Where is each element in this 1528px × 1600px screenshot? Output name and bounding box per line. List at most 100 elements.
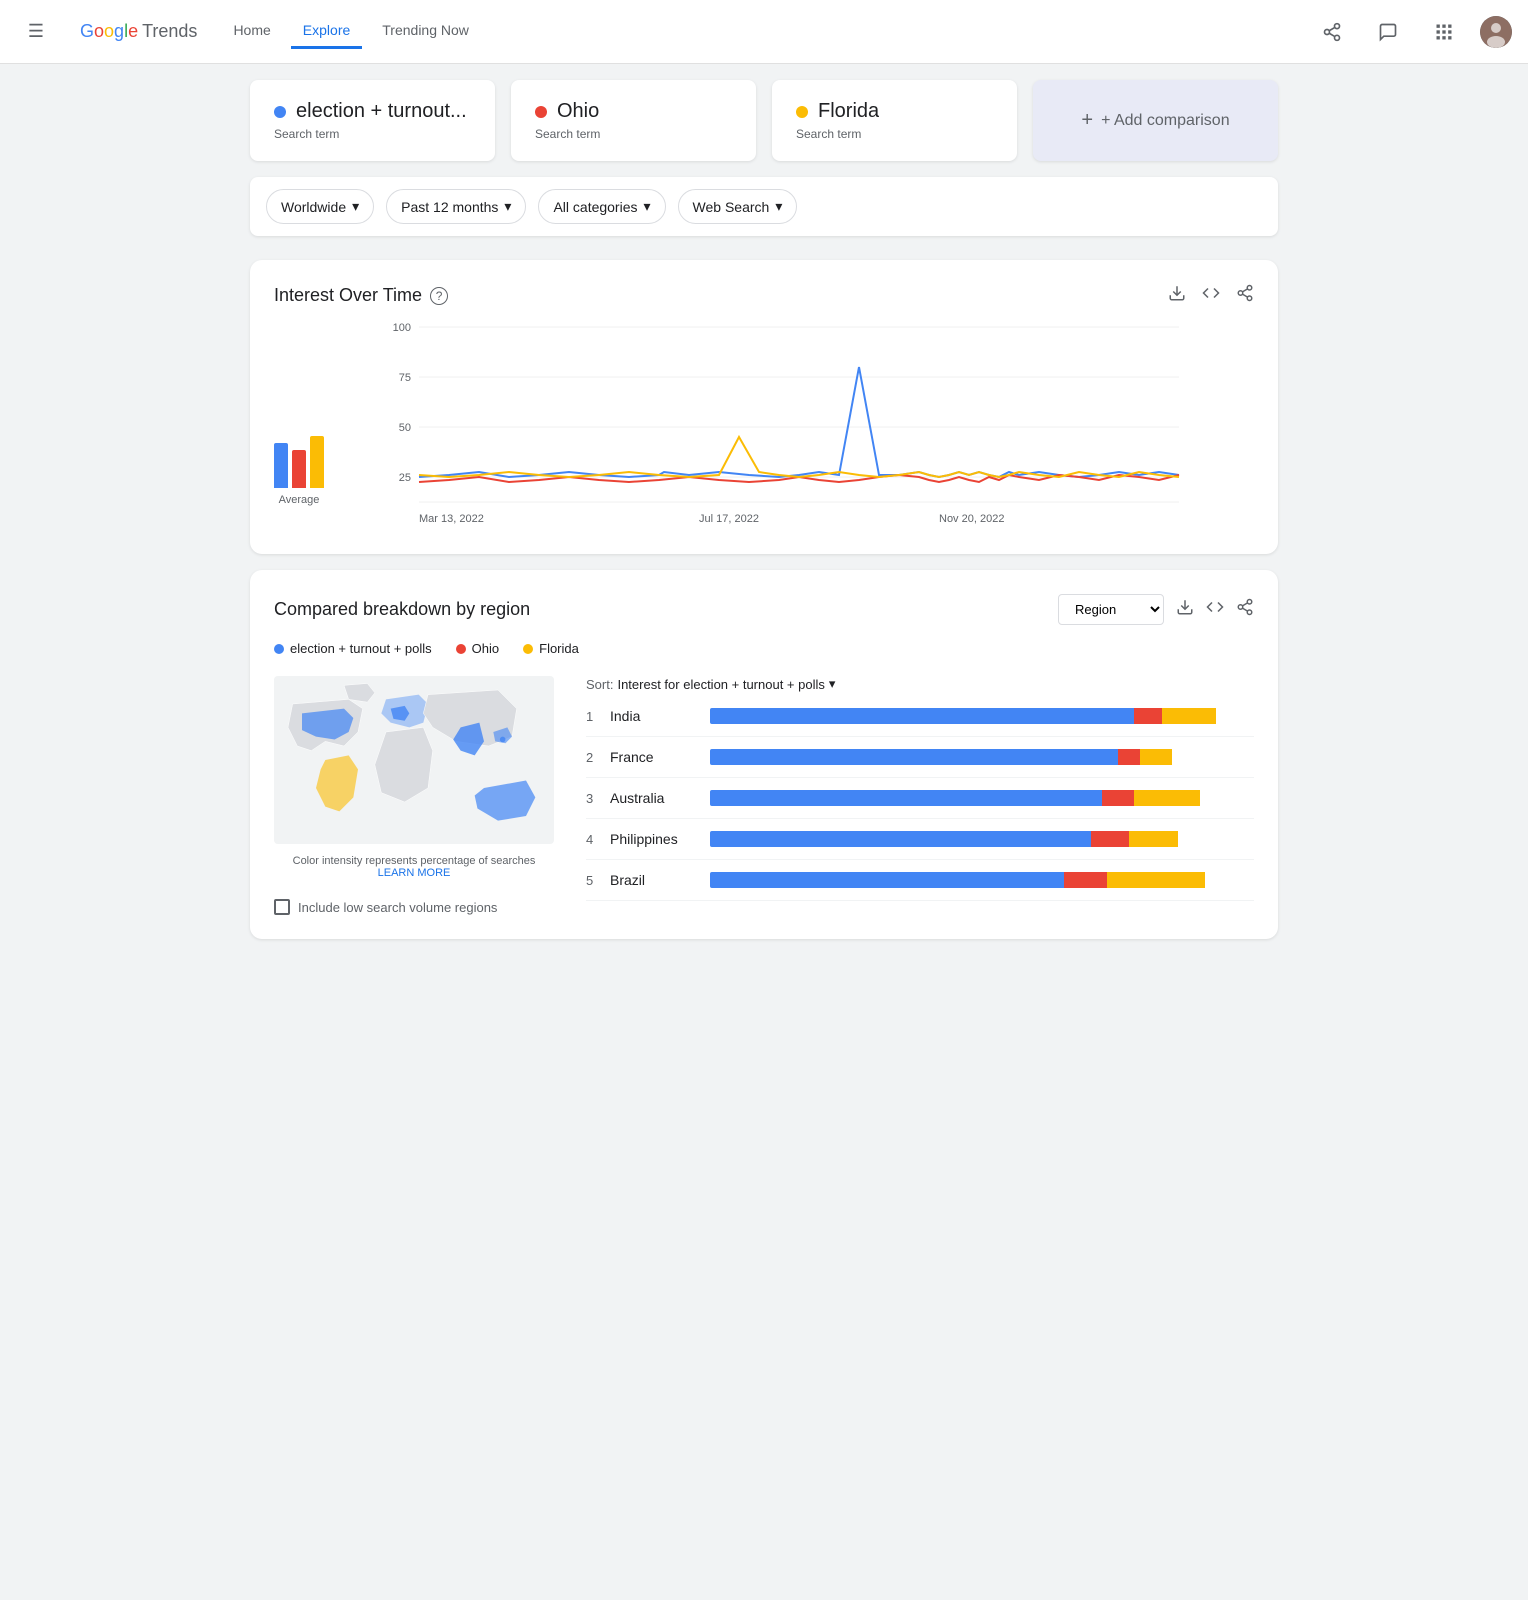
region-name: France bbox=[610, 749, 710, 765]
download-breakdown-button[interactable] bbox=[1176, 598, 1194, 621]
breakdown-content: Color intensity represents percentage of… bbox=[274, 676, 1254, 915]
low-volume-checkbox[interactable] bbox=[274, 899, 290, 915]
avg-bar-red bbox=[292, 450, 306, 488]
line-chart-svg: 100 75 50 25 Mar 13, 2022 Jul 17, 2022 N… bbox=[344, 327, 1254, 527]
term-dot-2 bbox=[535, 106, 547, 118]
breakdown-card: Compared breakdown by region Region Subr… bbox=[250, 570, 1278, 939]
explore-link[interactable]: Explore bbox=[291, 14, 362, 49]
breakdown-controls: Region Subregion Country bbox=[1058, 594, 1254, 625]
chevron-down-icon: ▾ bbox=[504, 198, 511, 215]
legend-label-3: Florida bbox=[539, 641, 579, 656]
chevron-down-icon: ▾ bbox=[775, 198, 782, 215]
search-term-card-3[interactable]: Florida Search term bbox=[772, 80, 1017, 161]
chevron-down-icon: ▾ bbox=[829, 676, 836, 692]
world-map-svg bbox=[274, 676, 554, 844]
download-chart-button[interactable] bbox=[1168, 284, 1186, 307]
search-type-filter[interactable]: Web Search ▾ bbox=[678, 189, 798, 224]
menu-button[interactable]: ☰ bbox=[16, 12, 56, 52]
region-bars bbox=[710, 749, 1254, 765]
learn-more-link[interactable]: LEARN MORE bbox=[378, 867, 451, 879]
region-select[interactable]: Region Subregion Country bbox=[1058, 594, 1164, 625]
map-note: Color intensity represents percentage of… bbox=[274, 855, 554, 879]
worldwide-label: Worldwide bbox=[281, 199, 346, 215]
embed-chart-button[interactable] bbox=[1202, 284, 1220, 307]
share-chart-button[interactable] bbox=[1236, 284, 1254, 307]
region-bar-segment bbox=[1162, 708, 1216, 724]
embed-breakdown-button[interactable] bbox=[1206, 598, 1224, 621]
main-content: election + turnout... Search term Ohio S… bbox=[234, 64, 1294, 971]
term-dot-3 bbox=[796, 106, 808, 118]
search-terms-row: election + turnout... Search term Ohio S… bbox=[250, 80, 1278, 161]
average-legend: Average bbox=[274, 424, 324, 530]
legend-item-2: Ohio bbox=[456, 641, 499, 656]
categories-filter[interactable]: All categories ▾ bbox=[538, 189, 665, 224]
apps-button[interactable] bbox=[1424, 12, 1464, 52]
add-comparison-label: + Add comparison bbox=[1101, 112, 1230, 130]
legend-label-1: election + turnout + polls bbox=[290, 641, 432, 656]
region-bars bbox=[710, 831, 1254, 847]
chart-title-text: Interest Over Time bbox=[274, 285, 422, 306]
feedback-button[interactable] bbox=[1368, 12, 1408, 52]
region-bar-segment bbox=[710, 790, 1102, 806]
trending-now-link[interactable]: Trending Now bbox=[370, 14, 481, 49]
term-type-3: Search term bbox=[796, 127, 993, 141]
region-bar-segment bbox=[710, 872, 1064, 888]
search-term-card-1[interactable]: election + turnout... Search term bbox=[250, 80, 495, 161]
trends-wordmark: Trends bbox=[142, 21, 197, 42]
term-type-1: Search term bbox=[274, 127, 471, 141]
avg-bar-yellow bbox=[310, 436, 324, 488]
region-bar-segment bbox=[1064, 872, 1108, 888]
chart-title: Interest Over Time ? bbox=[274, 285, 448, 306]
blue-line bbox=[419, 367, 1179, 477]
region-bars bbox=[710, 790, 1254, 806]
region-bar-segment bbox=[1102, 790, 1135, 806]
legend-dot-blue bbox=[274, 644, 284, 654]
region-name: India bbox=[610, 708, 710, 724]
logo: Google Trends bbox=[80, 21, 197, 42]
categories-label: All categories bbox=[553, 199, 637, 215]
region-rows: 1India2France3Australia4Philippines5Braz… bbox=[586, 708, 1254, 901]
region-bars bbox=[710, 708, 1254, 724]
worldwide-filter[interactable]: Worldwide ▾ bbox=[266, 189, 374, 224]
chevron-down-icon: ▾ bbox=[352, 198, 359, 215]
breakdown-title: Compared breakdown by region bbox=[274, 599, 530, 620]
legend-dot-yellow bbox=[523, 644, 533, 654]
chart-header: Interest Over Time ? bbox=[274, 284, 1254, 307]
nav-icons bbox=[1312, 12, 1512, 52]
map-area: Color intensity represents percentage of… bbox=[274, 676, 554, 915]
region-rank: 4 bbox=[586, 832, 610, 847]
region-rank: 3 bbox=[586, 791, 610, 806]
help-icon[interactable]: ? bbox=[430, 287, 448, 305]
region-bar-segment bbox=[710, 749, 1118, 765]
region-name: Philippines bbox=[610, 831, 710, 847]
avatar[interactable] bbox=[1480, 16, 1512, 48]
low-volume-row: Include low search volume regions bbox=[274, 899, 554, 915]
region-rank: 5 bbox=[586, 873, 610, 888]
region-bar-segment bbox=[1140, 749, 1173, 765]
nav-links: Home Explore Trending Now bbox=[221, 14, 1288, 49]
average-label: Average bbox=[279, 494, 320, 506]
search-type-label: Web Search bbox=[693, 199, 770, 215]
interest-over-time-card: Interest Over Time ? bbox=[250, 260, 1278, 554]
svg-text:Jul 17, 2022: Jul 17, 2022 bbox=[699, 513, 759, 525]
region-name: Australia bbox=[610, 790, 710, 806]
sort-header: Sort: Interest for election + turnout + … bbox=[586, 676, 1254, 692]
region-item: 3Australia bbox=[586, 790, 1254, 819]
region-item: 1India bbox=[586, 708, 1254, 737]
line-chart-container: 100 75 50 25 Mar 13, 2022 Jul 17, 2022 N… bbox=[344, 327, 1254, 530]
sort-select-control[interactable]: Interest for election + turnout + polls … bbox=[617, 676, 835, 692]
home-link[interactable]: Home bbox=[221, 14, 282, 49]
term-header-2: Ohio bbox=[535, 100, 732, 123]
region-bar-segment bbox=[1091, 831, 1129, 847]
yellow-line bbox=[419, 437, 1179, 477]
add-comparison-button[interactable]: + + Add comparison bbox=[1033, 80, 1278, 161]
period-label: Past 12 months bbox=[401, 199, 498, 215]
period-filter[interactable]: Past 12 months ▾ bbox=[386, 189, 526, 224]
region-item: 2France bbox=[586, 749, 1254, 778]
term-name-1: election + turnout... bbox=[296, 100, 467, 123]
region-rank: 2 bbox=[586, 750, 610, 765]
share-button[interactable] bbox=[1312, 12, 1352, 52]
share-breakdown-button[interactable] bbox=[1236, 598, 1254, 621]
region-bar-segment bbox=[1129, 831, 1178, 847]
search-term-card-2[interactable]: Ohio Search term bbox=[511, 80, 756, 161]
